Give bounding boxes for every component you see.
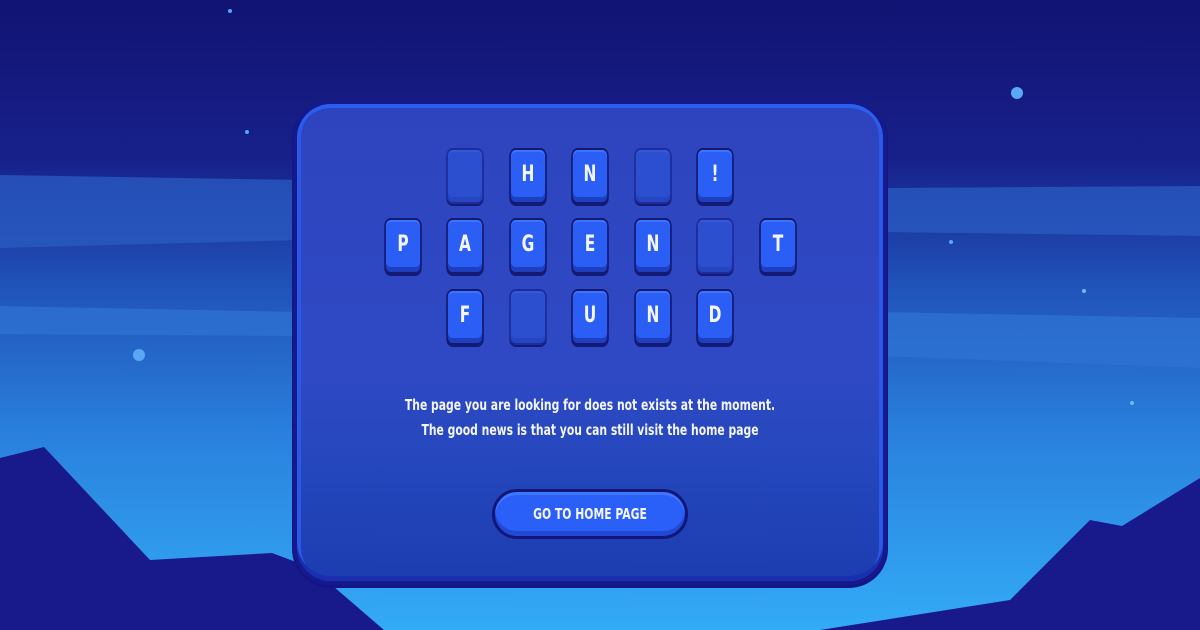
star-2 xyxy=(245,130,249,134)
star-5 xyxy=(1082,289,1086,293)
letter-tile[interactable]: E xyxy=(571,218,609,274)
letter-tile[interactable]: G xyxy=(508,218,547,274)
go-to-home-page-button[interactable]: GO TO HOME PAGE xyxy=(492,489,688,539)
star-4 xyxy=(949,240,953,244)
message-line-1: The page you are looking for does not ex… xyxy=(404,396,776,414)
letter-tile[interactable]: P xyxy=(383,218,422,274)
letter-tile[interactable]: ! xyxy=(696,148,734,204)
empty-letter-tile[interactable] xyxy=(508,289,547,345)
star-1 xyxy=(228,9,232,13)
letter-tile[interactable]: A xyxy=(446,218,484,274)
not-found-message: The page you are looking for does not ex… xyxy=(379,393,801,443)
letter-tile[interactable]: D xyxy=(696,289,734,345)
star-7 xyxy=(1130,401,1134,405)
letter-tile[interactable]: N xyxy=(571,148,609,204)
message-line-2: The good news is that you can still visi… xyxy=(421,421,759,439)
letter-tile[interactable]: F xyxy=(446,289,484,345)
sky-band-right-upper xyxy=(880,186,1200,236)
sky-band-left-upper xyxy=(0,175,300,248)
letter-tile[interactable]: U xyxy=(571,289,609,345)
empty-letter-tile[interactable] xyxy=(696,218,734,274)
empty-letter-tile[interactable] xyxy=(633,148,672,204)
letter-tile[interactable]: N xyxy=(633,218,672,274)
letter-tile[interactable]: H xyxy=(508,148,547,204)
letter-tile[interactable]: T xyxy=(758,218,797,274)
star-6 xyxy=(133,349,145,361)
letter-tile[interactable]: N xyxy=(633,289,672,345)
home-button-label: GO TO HOME PAGE xyxy=(533,505,647,523)
star-3 xyxy=(1011,87,1023,99)
not-found-card: H N! P A G E N T F U N D The page you are looking f… xyxy=(297,104,883,581)
empty-letter-tile[interactable] xyxy=(446,148,484,204)
